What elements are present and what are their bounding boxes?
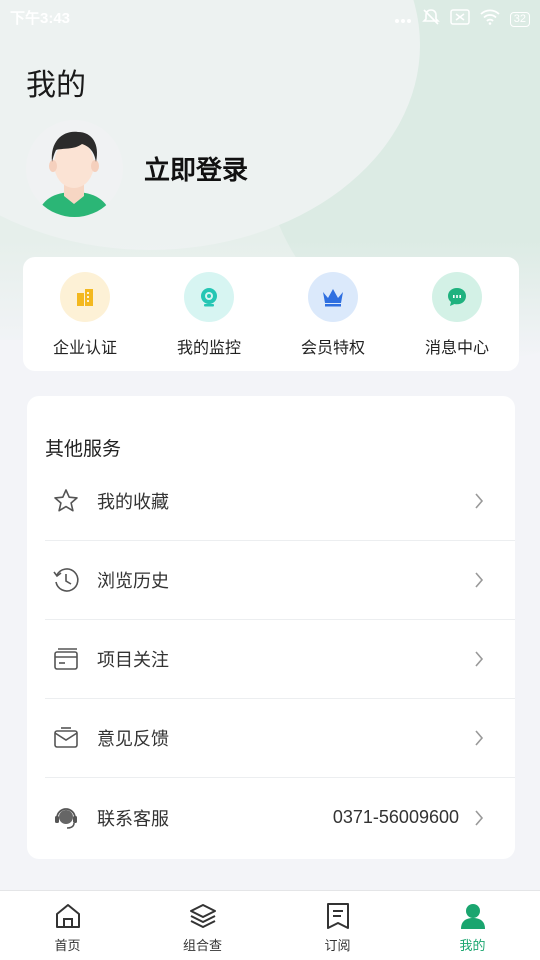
quick-action-label: 企业认证 (52, 338, 117, 357)
service-label: 我的收藏 (97, 492, 169, 513)
service-label: 意见反馈 (97, 729, 169, 750)
service-row-feedback[interactable]: 意见反馈 (45, 699, 515, 778)
layers-icon (187, 900, 219, 932)
service-phone-number[interactable]: 0371-56009600 (333, 807, 459, 828)
card-icon (51, 644, 81, 674)
quick-action-enterprise-cert[interactable]: 企业认证 (23, 257, 147, 371)
tab-mine[interactable]: 我的 (405, 891, 540, 960)
quick-action-my-monitor[interactable]: 我的监控 (147, 257, 271, 371)
quick-action-message-center[interactable]: 消息中心 (395, 257, 519, 371)
service-row-favorites[interactable]: 我的收藏 (45, 462, 515, 541)
service-label: 项目关注 (97, 650, 169, 671)
service-row-project-follow[interactable]: 项目关注 (45, 620, 515, 699)
quick-action-label: 我的监控 (176, 338, 241, 357)
more-dots-icon (394, 10, 412, 28)
status-icons: 32 (394, 8, 530, 30)
building-icon (60, 272, 110, 322)
chevron-right-icon (471, 493, 487, 509)
login-link[interactable]: 立即登录 (144, 150, 248, 187)
battery-indicator: 32 (509, 11, 530, 27)
bottom-tabbar: 首页 组合查 订阅 我的 (0, 890, 540, 960)
tab-label: 我的 (459, 939, 486, 954)
service-row-customer-service[interactable]: 联系客服 0371-56009600 (45, 778, 515, 857)
star-icon (51, 486, 81, 516)
envelope-icon (51, 723, 81, 753)
bookmark-list-icon (322, 900, 354, 932)
chat-icon (432, 272, 482, 322)
chevron-right-icon (471, 651, 487, 667)
service-label: 浏览历史 (97, 571, 169, 592)
avatar[interactable] (26, 120, 123, 217)
services-title: 其他服务 (45, 438, 122, 460)
chevron-right-icon (471, 730, 487, 746)
service-row-history[interactable]: 浏览历史 (45, 541, 515, 620)
chevron-right-icon (471, 809, 487, 826)
history-icon (51, 565, 81, 595)
mute-icon (421, 8, 440, 30)
sim-icon (450, 9, 470, 29)
tab-label: 首页 (54, 939, 81, 954)
quick-action-label: 消息中心 (424, 338, 489, 357)
status-bar: 下午3:43 32 (0, 0, 540, 34)
quick-action-membership[interactable]: 会员特权 (271, 257, 395, 371)
tab-subscribe[interactable]: 订阅 (270, 891, 405, 960)
other-services-card: 其他服务 我的收藏 浏览历史 项目关注 意见反馈 联系客服 0371-56009… (27, 396, 515, 859)
tab-label: 组合查 (182, 939, 222, 954)
wifi-icon (480, 9, 500, 29)
tab-label: 订阅 (324, 939, 351, 954)
headset-icon (51, 803, 81, 833)
page-title: 我的 (26, 68, 86, 103)
user-icon (457, 900, 489, 932)
avatar-person-icon (38, 131, 111, 217)
quick-actions-card: 企业认证 我的监控 会员特权 消息中心 (23, 257, 519, 371)
service-label: 联系客服 (97, 808, 169, 830)
quick-action-label: 会员特权 (300, 338, 365, 357)
crown-icon (308, 272, 358, 322)
camera-icon (184, 272, 234, 322)
home-icon (52, 900, 84, 932)
tab-home[interactable]: 首页 (0, 891, 135, 960)
tab-combo-search[interactable]: 组合查 (135, 891, 270, 960)
status-time: 下午3:43 (10, 10, 71, 27)
chevron-right-icon (471, 572, 487, 588)
